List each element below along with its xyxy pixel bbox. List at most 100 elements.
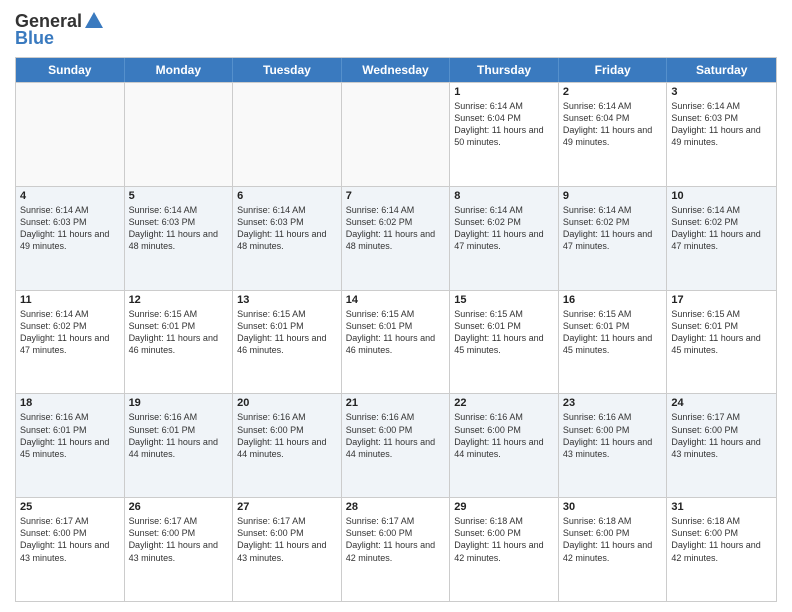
calendar-day: 7 Sunrise: 6:14 AMSunset: 6:02 PMDaylight… <box>342 187 451 290</box>
day-number: 30 <box>563 501 663 513</box>
day-detail: Sunrise: 6:17 AMSunset: 6:00 PMDaylight:… <box>346 515 446 564</box>
calendar-day: 27 Sunrise: 6:17 AMSunset: 6:00 PMDayligh… <box>233 498 342 601</box>
weekday-header: Wednesday <box>342 58 451 82</box>
day-number: 24 <box>671 397 772 409</box>
day-number: 16 <box>563 294 663 306</box>
day-number: 18 <box>20 397 120 409</box>
day-detail: Sunrise: 6:18 AMSunset: 6:00 PMDaylight:… <box>671 515 772 564</box>
day-number: 14 <box>346 294 446 306</box>
day-number: 29 <box>454 501 554 513</box>
day-number: 17 <box>671 294 772 306</box>
day-number: 2 <box>563 86 663 98</box>
calendar-empty <box>342 83 451 186</box>
calendar-day: 11Sunrise: 6:14 AMSunset: 6:02 PMDayligh… <box>16 291 125 394</box>
calendar-day: 4Sunrise: 6:14 AMSunset: 6:03 PMDaylight… <box>16 187 125 290</box>
day-number: 1 <box>454 86 554 98</box>
day-detail: Sunrise: 6:16 AMSunset: 6:01 PMDaylight:… <box>129 411 229 460</box>
day-detail: Sunrise: 6:17 AMSunset: 6:00 PMDaylight:… <box>671 411 772 460</box>
calendar-day: 28 Sunrise: 6:17 AMSunset: 6:00 PMDayligh… <box>342 498 451 601</box>
day-number: 8 <box>454 190 554 202</box>
weekday-header: Tuesday <box>233 58 342 82</box>
day-detail: Sunrise: 6:14 AMSunset: 6:03 PMDaylight:… <box>129 204 229 253</box>
calendar-header: SundayMondayTuesdayWednesdayThursdayFrid… <box>16 58 776 82</box>
day-detail: Sunrise: 6:14 AMSunset: 6:03 PMDaylight:… <box>237 204 337 253</box>
calendar-day: 5 Sunrise: 6:14 AMSunset: 6:03 PMDaylight… <box>125 187 234 290</box>
day-detail: Sunrise: 6:17 AMSunset: 6:00 PMDaylight:… <box>237 515 337 564</box>
day-detail: Sunrise: 6:17 AMSunset: 6:00 PMDaylight:… <box>20 515 120 564</box>
day-detail: Sunrise: 6:14 AMSunset: 6:02 PMDaylight:… <box>346 204 446 253</box>
day-detail: Sunrise: 6:18 AMSunset: 6:00 PMDaylight:… <box>563 515 663 564</box>
day-detail: Sunrise: 6:14 AMSunset: 6:02 PMDaylight:… <box>671 204 772 253</box>
day-detail: Sunrise: 6:15 AMSunset: 6:01 PMDaylight:… <box>237 308 337 357</box>
day-number: 27 <box>237 501 337 513</box>
day-number: 25 <box>20 501 120 513</box>
logo-icon <box>83 10 105 32</box>
day-detail: Sunrise: 6:18 AMSunset: 6:00 PMDaylight:… <box>454 515 554 564</box>
calendar-day: 15 Sunrise: 6:15 AMSunset: 6:01 PMDayligh… <box>450 291 559 394</box>
calendar-body: 1 Sunrise: 6:14 AMSunset: 6:04 PMDaylight… <box>16 82 776 601</box>
day-number: 10 <box>671 190 772 202</box>
calendar-day: 18 Sunrise: 6:16 AMSunset: 6:01 PMDayligh… <box>16 394 125 497</box>
calendar-day: 31 Sunrise: 6:18 AMSunset: 6:00 PMDayligh… <box>667 498 776 601</box>
calendar-empty <box>125 83 234 186</box>
calendar-week: 4Sunrise: 6:14 AMSunset: 6:03 PMDaylight… <box>16 186 776 290</box>
day-detail: Sunrise: 6:14 AMSunset: 6:04 PMDaylight:… <box>563 100 663 149</box>
calendar-day: 10 Sunrise: 6:14 AMSunset: 6:02 PMDayligh… <box>667 187 776 290</box>
weekday-header: Thursday <box>450 58 559 82</box>
day-number: 20 <box>237 397 337 409</box>
day-detail: Sunrise: 6:16 AMSunset: 6:00 PMDaylight:… <box>237 411 337 460</box>
calendar-day: 17Sunrise: 6:15 AMSunset: 6:01 PMDayligh… <box>667 291 776 394</box>
day-number: 26 <box>129 501 229 513</box>
day-detail: Sunrise: 6:14 AMSunset: 6:02 PMDaylight:… <box>454 204 554 253</box>
day-detail: Sunrise: 6:16 AMSunset: 6:00 PMDaylight:… <box>346 411 446 460</box>
calendar-empty <box>233 83 342 186</box>
calendar-day: 14 Sunrise: 6:15 AMSunset: 6:01 PMDayligh… <box>342 291 451 394</box>
day-number: 5 <box>129 190 229 202</box>
calendar-day: 3Sunrise: 6:14 AMSunset: 6:03 PMDaylight… <box>667 83 776 186</box>
calendar-day: 1 Sunrise: 6:14 AMSunset: 6:04 PMDaylight… <box>450 83 559 186</box>
weekday-header: Saturday <box>667 58 776 82</box>
day-detail: Sunrise: 6:14 AMSunset: 6:02 PMDaylight:… <box>20 308 120 357</box>
calendar-empty <box>16 83 125 186</box>
day-detail: Sunrise: 6:15 AMSunset: 6:01 PMDaylight:… <box>563 308 663 357</box>
calendar-day: 9 Sunrise: 6:14 AMSunset: 6:02 PMDaylight… <box>559 187 668 290</box>
day-detail: Sunrise: 6:14 AMSunset: 6:04 PMDaylight:… <box>454 100 554 149</box>
calendar-day: 29 Sunrise: 6:18 AMSunset: 6:00 PMDayligh… <box>450 498 559 601</box>
day-number: 31 <box>671 501 772 513</box>
day-detail: Sunrise: 6:16 AMSunset: 6:00 PMDaylight:… <box>454 411 554 460</box>
logo-blue: Blue <box>15 28 54 49</box>
logo: General Blue <box>15 10 105 49</box>
day-detail: Sunrise: 6:15 AMSunset: 6:01 PMDaylight:… <box>454 308 554 357</box>
weekday-header: Monday <box>125 58 234 82</box>
calendar-day: 13 Sunrise: 6:15 AMSunset: 6:01 PMDayligh… <box>233 291 342 394</box>
day-detail: Sunrise: 6:16 AMSunset: 6:01 PMDaylight:… <box>20 411 120 460</box>
calendar-day: 30 Sunrise: 6:18 AMSunset: 6:00 PMDayligh… <box>559 498 668 601</box>
calendar-day: 20 Sunrise: 6:16 AMSunset: 6:00 PMDayligh… <box>233 394 342 497</box>
calendar-day: 24 Sunrise: 6:17 AMSunset: 6:00 PMDayligh… <box>667 394 776 497</box>
day-detail: Sunrise: 6:15 AMSunset: 6:01 PMDaylight:… <box>346 308 446 357</box>
day-number: 28 <box>346 501 446 513</box>
calendar-day: 19Sunrise: 6:16 AMSunset: 6:01 PMDayligh… <box>125 394 234 497</box>
day-detail: Sunrise: 6:14 AMSunset: 6:02 PMDaylight:… <box>563 204 663 253</box>
day-number: 9 <box>563 190 663 202</box>
day-number: 7 <box>346 190 446 202</box>
calendar-day: 16 Sunrise: 6:15 AMSunset: 6:01 PMDayligh… <box>559 291 668 394</box>
page-header: General Blue <box>15 10 777 49</box>
calendar-day: 23Sunrise: 6:16 AMSunset: 6:00 PMDayligh… <box>559 394 668 497</box>
calendar-day: 22 Sunrise: 6:16 AMSunset: 6:00 PMDayligh… <box>450 394 559 497</box>
calendar-day: 26 Sunrise: 6:17 AMSunset: 6:00 PMDayligh… <box>125 498 234 601</box>
day-number: 6 <box>237 190 337 202</box>
day-number: 13 <box>237 294 337 306</box>
day-number: 15 <box>454 294 554 306</box>
calendar: SundayMondayTuesdayWednesdayThursdayFrid… <box>15 57 777 602</box>
day-detail: Sunrise: 6:17 AMSunset: 6:00 PMDaylight:… <box>129 515 229 564</box>
day-number: 22 <box>454 397 554 409</box>
day-number: 21 <box>346 397 446 409</box>
calendar-day: 2 Sunrise: 6:14 AMSunset: 6:04 PMDaylight… <box>559 83 668 186</box>
calendar-week: 1 Sunrise: 6:14 AMSunset: 6:04 PMDaylight… <box>16 82 776 186</box>
calendar-week: 18 Sunrise: 6:16 AMSunset: 6:01 PMDayligh… <box>16 393 776 497</box>
calendar-day: 21 Sunrise: 6:16 AMSunset: 6:00 PMDayligh… <box>342 394 451 497</box>
day-number: 23 <box>563 397 663 409</box>
weekday-header: Friday <box>559 58 668 82</box>
calendar-day: 8 Sunrise: 6:14 AMSunset: 6:02 PMDaylight… <box>450 187 559 290</box>
